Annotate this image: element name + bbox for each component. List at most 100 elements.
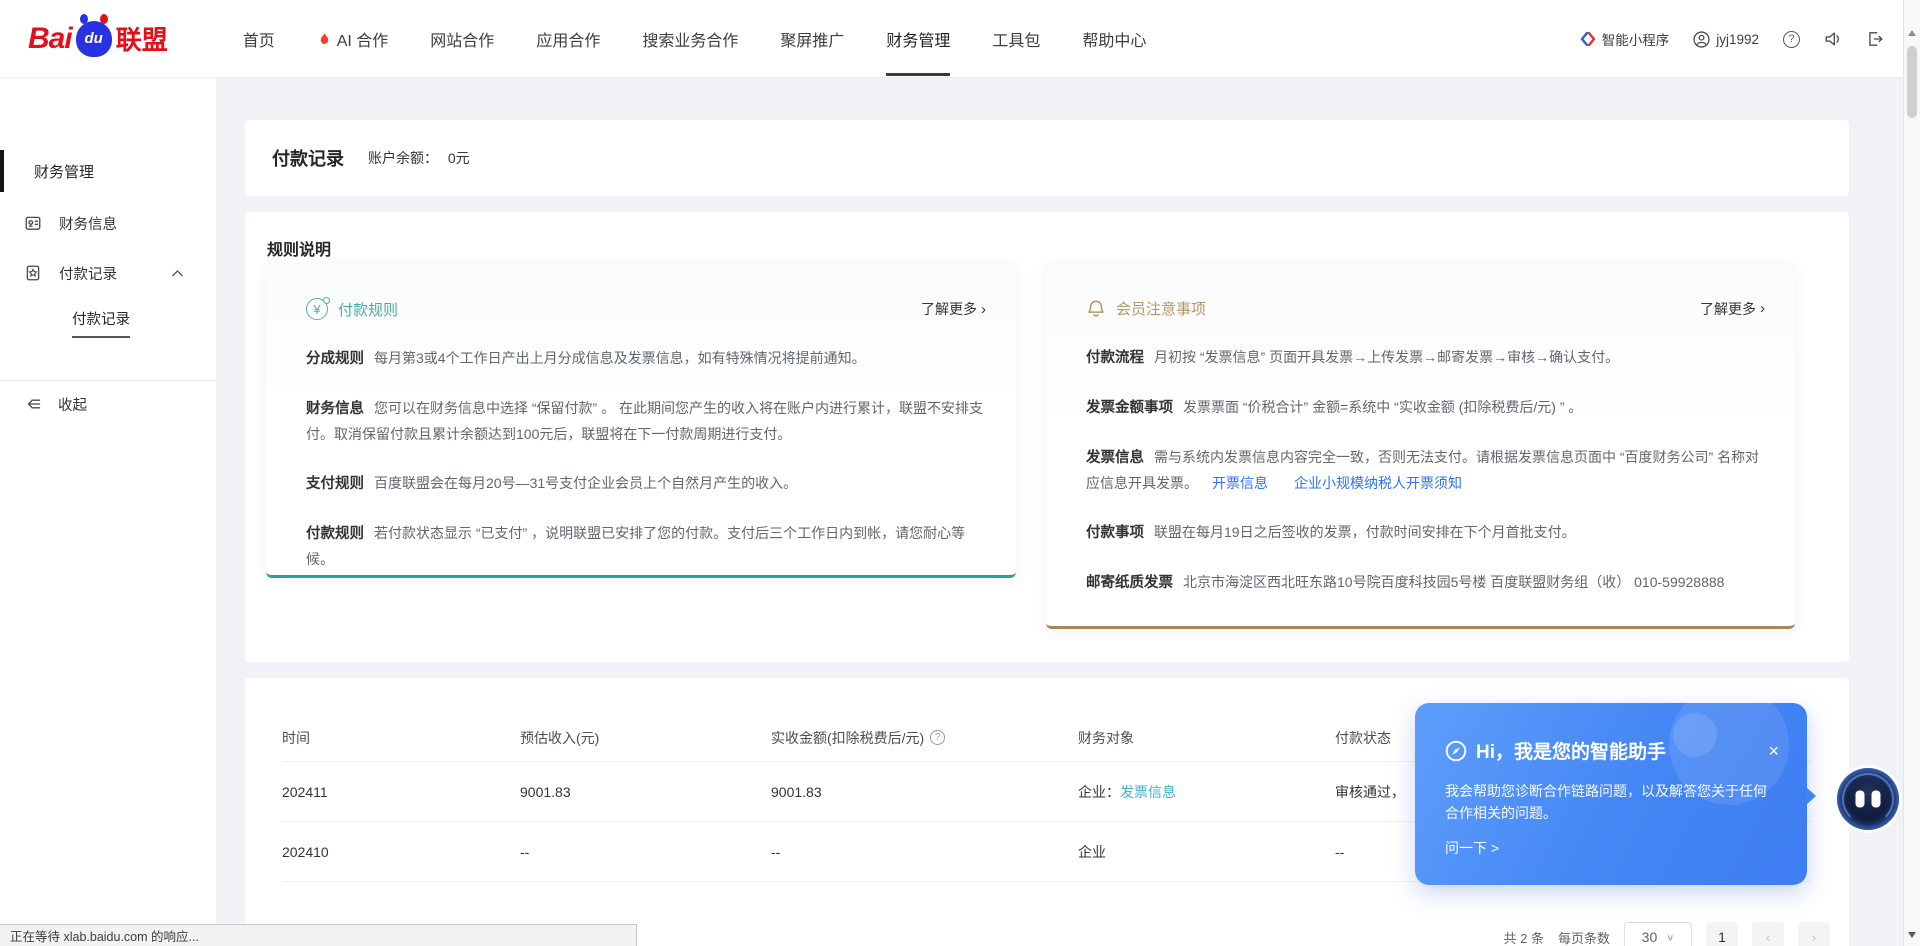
payment-rules-title: 付款规则 <box>338 299 398 320</box>
coin-icon: ¥ <box>306 298 328 320</box>
payment-rules-card: ¥ 付款规则 了解更多 › 分成规则每月第3或4个工作日产出上月分成信息及发票信… <box>266 264 1016 578</box>
robot-face-icon <box>1856 791 1881 808</box>
rule-text: 若付款状态显示 “已支付” ，说明联盟已安排了您的付款。支付后三个工作日内到帐，… <box>306 525 965 567</box>
next-page-button[interactable]: › <box>1798 922 1830 946</box>
col-header-actual: 实收金额(扣除税费后/元) <box>771 728 924 748</box>
assistant-robot-avatar[interactable] <box>1837 768 1899 830</box>
scroll-up-arrow-icon[interactable] <box>1908 30 1916 36</box>
rule-label: 发票金额事项 <box>1086 400 1173 416</box>
user-icon <box>1693 31 1710 48</box>
target-prefix: 企业： <box>1078 784 1120 800</box>
nav-item-help[interactable]: 帮助中心 <box>1061 0 1167 78</box>
miniapp-diamond-icon <box>1580 31 1596 47</box>
page-size-value: 30 <box>1642 929 1658 945</box>
assistant-message: 我会帮助您诊断合作链路问题，以及解答您关于任何合作相关的问题。 <box>1445 780 1779 824</box>
balance-value: 0元 <box>448 150 470 166</box>
finance-info-icon <box>24 214 42 232</box>
popup-arrow <box>1806 787 1816 805</box>
sidebar-item-payment-record[interactable]: 付款记录 <box>0 253 216 293</box>
rule-item: 支付规则百度联盟会在每月20号—31号支付企业会员上个自然月产生的收入。 <box>306 471 986 497</box>
sidebar-collapse-button[interactable]: 收起 <box>0 384 216 424</box>
rule-label: 发票信息 <box>1086 450 1144 466</box>
logout-icon <box>1866 30 1884 48</box>
col-header-estimated: 预估收入(元) <box>520 728 771 748</box>
rule-label: 分成规则 <box>306 351 364 367</box>
logo-text-du: du <box>85 30 103 47</box>
scrollbar-thumb[interactable] <box>1907 46 1917 118</box>
page-scrollbar[interactable] <box>1903 0 1920 946</box>
rule-text: 月初按 “发票信息” 页面开具发票→上传发票→邮寄发票→审核→确认支付。 <box>1154 349 1619 365</box>
sidebar-subitem-payment-record[interactable]: 付款记录 <box>0 303 216 343</box>
target-prefix: 企业 <box>1078 844 1106 860</box>
rule-item: 付款事项联盟在每月19日之后签收的发票，付款时间安排在下个月首批支付。 <box>1086 520 1765 546</box>
page-number-1[interactable]: 1 <box>1706 922 1738 946</box>
rule-text: 百度联盟会在每月20号—31号支付企业会员上个自然月产生的收入。 <box>374 475 797 491</box>
rules-section-card: 规则说明 ¥ 付款规则 了解更多 › 分成规则每月第3或4个工作日产出上月分成信… <box>245 212 1849 662</box>
assistant-title: Hi，我是您的智能助手 <box>1476 737 1666 764</box>
invoice-info-link[interactable]: 开票信息 <box>1212 475 1268 491</box>
page-title: 付款记录 <box>272 145 344 171</box>
col-header-target: 财务对象 <box>1078 728 1335 748</box>
sidebar-section-finance[interactable]: 财务管理 <box>0 150 216 192</box>
speaker-icon <box>1824 30 1842 48</box>
rule-label: 财务信息 <box>306 401 364 417</box>
smart-miniapp-link[interactable]: 智能小程序 <box>1580 29 1670 49</box>
prev-page-button[interactable]: ‹ <box>1752 922 1784 946</box>
close-icon[interactable]: × <box>1768 742 1779 760</box>
rule-label: 支付规则 <box>306 476 364 492</box>
logo-text-bai: Bai <box>28 22 72 56</box>
nav-item-home[interactable]: 首页 <box>222 0 296 78</box>
nav-item-website[interactable]: 网站合作 <box>409 0 515 78</box>
rule-text: 联盟在每月19日之后签收的发票，付款时间安排在下个月首批支付。 <box>1154 524 1576 540</box>
question-icon: ? <box>1783 31 1800 48</box>
announcement-button[interactable] <box>1824 30 1842 48</box>
ask-now-link[interactable]: 问一下 > <box>1445 838 1779 858</box>
invoice-info-table-link[interactable]: 发票信息 <box>1120 784 1176 800</box>
nav-item-search-biz[interactable]: 搜索业务合作 <box>621 0 759 78</box>
payment-record-icon <box>24 264 42 282</box>
bell-icon <box>1086 299 1106 319</box>
cell-target: 企业：发票信息 <box>1078 782 1335 802</box>
top-navbar: Bai du 联盟 首页 AI 合作 网站合作 应用合作 搜索业务合作 聚屏推广… <box>0 0 1920 78</box>
page-size-select[interactable]: 30 ∨ <box>1624 922 1692 946</box>
cell-target: 企业 <box>1078 842 1335 862</box>
caret-down-icon: ∨ <box>1666 932 1674 942</box>
rule-text: 每月第3或4个工作日产出上月分成信息及发票信息，如有特殊情况将提前通知。 <box>374 350 866 366</box>
user-account[interactable]: jyj1992 <box>1693 31 1759 48</box>
browser-status-bar: 正在等待 xlab.baidu.com 的响应... <box>0 924 637 946</box>
rule-item: 付款流程月初按 “发票信息” 页面开具发票→上传发票→邮寄发票→审核→确认支付。 <box>1086 345 1765 371</box>
chevron-right-icon: › <box>981 301 986 318</box>
logout-button[interactable] <box>1866 30 1884 48</box>
rule-item: 财务信息您可以在财务信息中选择 “保留付款” 。 在此期间您产生的收入将在账户内… <box>306 396 986 447</box>
assistant-popup: Hi，我是您的智能助手 × 我会帮助您诊断合作链路问题，以及解答您关于任何合作相… <box>1415 703 1807 885</box>
baidu-union-logo[interactable]: Bai du 联盟 <box>28 20 168 57</box>
nav-item-finance[interactable]: 财务管理 <box>865 0 971 78</box>
nav-item-label: AI 合作 <box>337 27 389 51</box>
info-question-icon[interactable]: ? <box>930 730 945 745</box>
main-nav: 首页 AI 合作 网站合作 应用合作 搜索业务合作 聚屏推广 财务管理 工具包 … <box>222 0 1168 78</box>
sidebar-item-finance-info[interactable]: 财务信息 <box>0 203 216 243</box>
compass-icon <box>1445 740 1467 762</box>
sidebar-divider <box>0 380 216 381</box>
cell-time: 202411 <box>282 784 520 800</box>
nav-item-ai[interactable]: AI 合作 <box>296 0 410 78</box>
sidebar-item-label: 付款记录 <box>59 263 117 284</box>
rule-item: 邮寄纸质发票北京市海淀区西北旺东路10号院百度科技园5号楼 百度联盟财务组（收）… <box>1086 570 1765 596</box>
rule-item: 发票信息需与系统内发票信息内容完全一致，否则无法支付。请根据发票信息页面中 “百… <box>1086 445 1765 496</box>
nav-item-toolkit[interactable]: 工具包 <box>971 0 1061 78</box>
member-notice-more-link[interactable]: 了解更多 › <box>1700 299 1765 319</box>
help-button[interactable]: ? <box>1783 31 1800 48</box>
page-header-card: 付款记录 账户余额： 0元 <box>245 120 1849 196</box>
pagination-per-page-label: 每页条数 <box>1558 928 1610 946</box>
scroll-down-arrow-icon[interactable] <box>1908 932 1916 938</box>
rule-label: 付款规则 <box>306 526 364 542</box>
small-taxpayer-notice-link[interactable]: 企业小规模纳税人开票须知 <box>1294 475 1462 491</box>
payment-rules-more-link[interactable]: 了解更多 › <box>921 299 986 319</box>
member-notice-card: 会员注意事项 了解更多 › 付款流程月初按 “发票信息” 页面开具发票→上传发票… <box>1046 264 1795 629</box>
chevron-right-icon: › <box>1760 300 1765 317</box>
cell-time: 202410 <box>282 844 520 860</box>
rule-item: 分成规则每月第3或4个工作日产出上月分成信息及发票信息，如有特殊情况将提前通知。 <box>306 346 986 372</box>
baidu-paw-icon: du <box>76 21 112 57</box>
nav-item-app[interactable]: 应用合作 <box>515 0 621 78</box>
nav-item-juping[interactable]: 聚屏推广 <box>759 0 865 78</box>
